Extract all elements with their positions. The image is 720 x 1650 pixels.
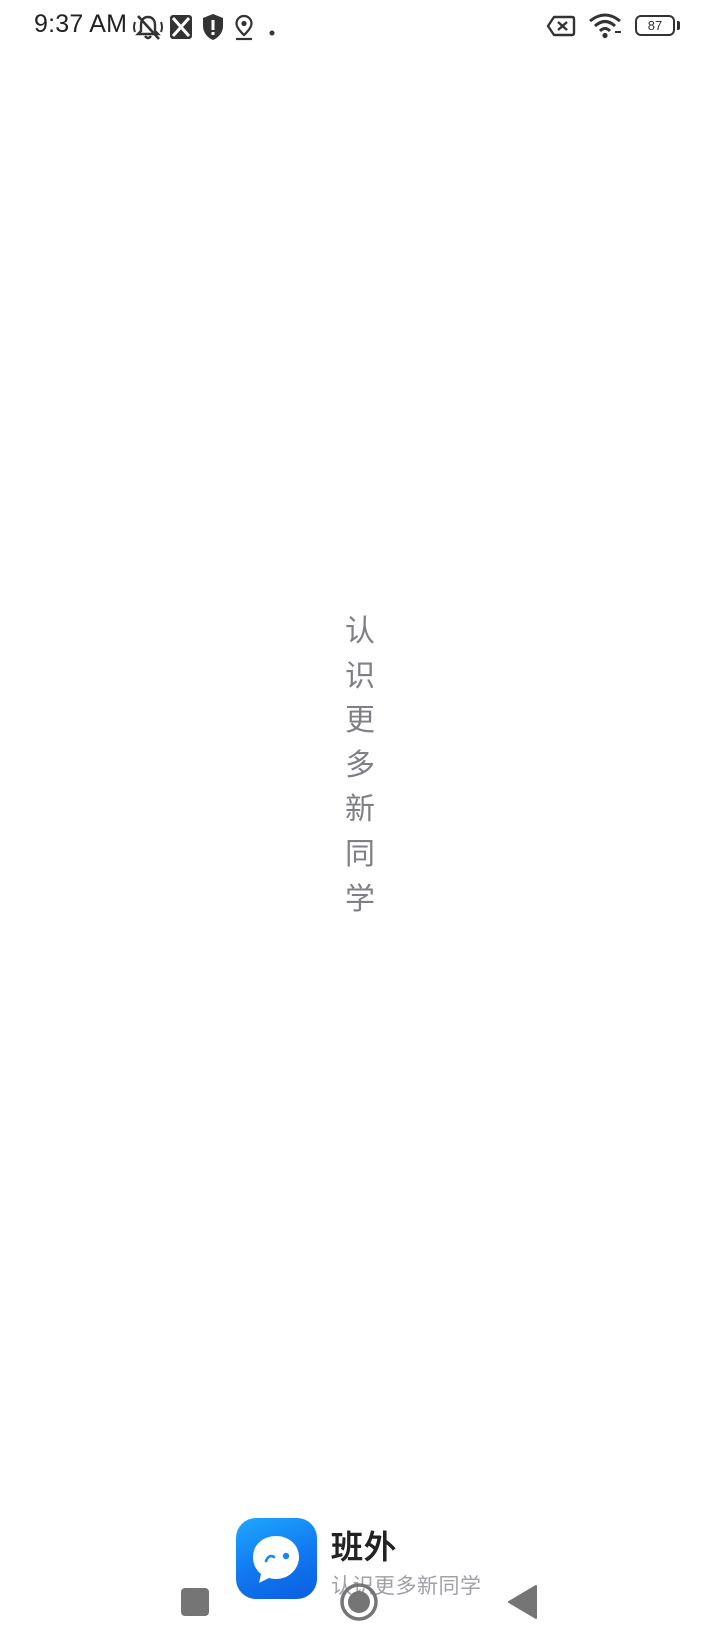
slogan-char: 认 — [345, 614, 375, 649]
location-pin-icon — [232, 12, 256, 46]
recents-square-icon[interactable] — [181, 1588, 209, 1616]
shield-alert-icon — [200, 12, 226, 46]
status-time: 9:37 AM — [34, 10, 128, 38]
signal-off-icon — [546, 14, 576, 42]
sim-off-icon — [167, 12, 195, 46]
app-name: 班外 — [331, 1528, 398, 1566]
slogan-char: 新 — [345, 792, 375, 828]
battery-level: 87 — [647, 18, 663, 33]
slogan-char: 学 — [345, 881, 375, 917]
slogan-char: 同 — [345, 836, 375, 872]
navigation-bar — [0, 1570, 720, 1650]
status-bar: 9:37 AM 87 — [0, 0, 720, 56]
dot-icon — [268, 22, 276, 41]
bell-muted-icon — [133, 12, 163, 46]
slogan-char: 更 — [345, 703, 375, 739]
slogan-char: 识 — [345, 658, 375, 694]
battery-icon: 87 — [635, 15, 675, 36]
slogan-char: 多 — [345, 747, 375, 783]
home-circle-icon[interactable] — [339, 1582, 379, 1622]
wifi-icon — [588, 12, 622, 44]
battery-tip — [677, 21, 680, 30]
splash-slogan: 认 识 更 多 新 同 学 — [342, 610, 378, 922]
back-triangle-icon[interactable] — [506, 1584, 540, 1620]
